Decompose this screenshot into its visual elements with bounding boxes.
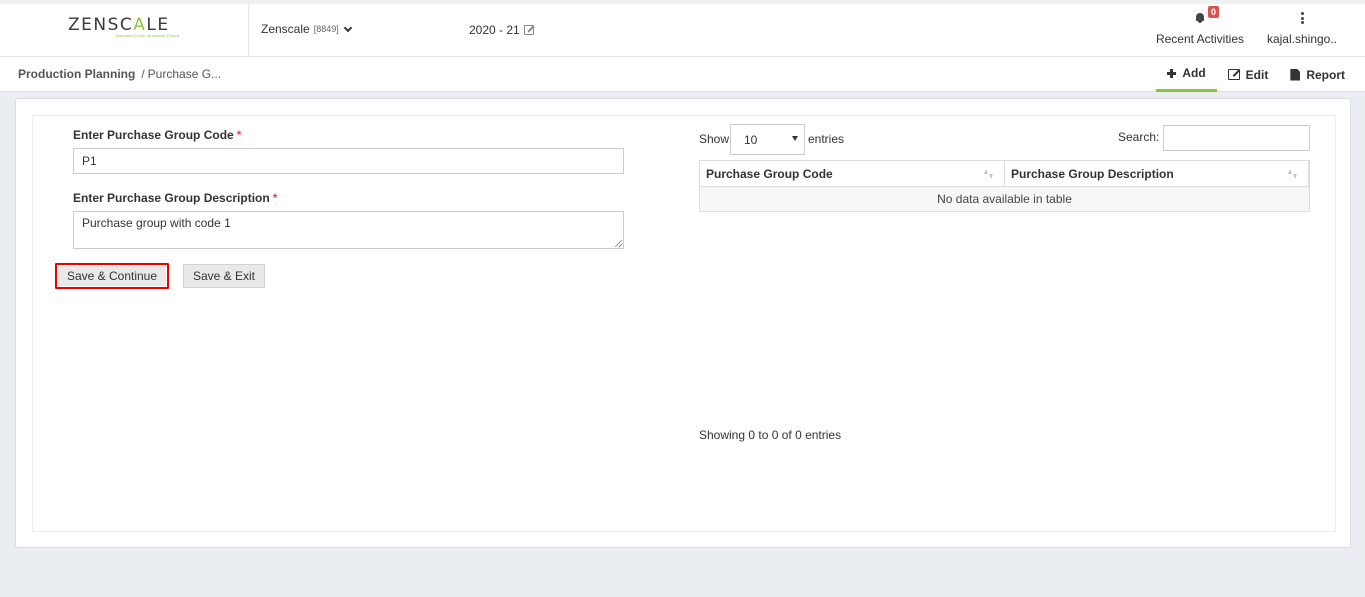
add-button[interactable]: Add: [1156, 57, 1217, 92]
table-info: Showing 0 to 0 of 0 entries: [699, 428, 842, 442]
show-label: Show: [699, 132, 730, 146]
required-marker: *: [272, 191, 278, 205]
company-name: Zenscale: [261, 22, 310, 36]
report-button[interactable]: Report: [1279, 57, 1365, 92]
required-marker: *: [236, 128, 242, 142]
search-input[interactable]: [1163, 125, 1310, 151]
empty-table-message: No data available in table: [700, 186, 1309, 211]
breadcrumb-module[interactable]: Production Planning: [18, 67, 135, 81]
kebab-menu-icon: [1300, 12, 1304, 24]
main-card: Enter Purchase Group Code * P1 Enter Purc…: [15, 98, 1351, 548]
purchase-group-description-textarea[interactable]: Purchase group with code 1: [73, 211, 624, 249]
purchase-group-table: Purchase Group Code Purchase Group Descr…: [699, 160, 1310, 212]
recent-activities-label: Recent Activities: [1155, 32, 1245, 46]
breadcrumb-page: Purchase G...: [147, 67, 222, 81]
page-actions: Add Edit Report: [1156, 57, 1365, 92]
sort-icon: [1288, 169, 1298, 179]
recent-activities-button[interactable]: 0 Recent Activities: [1150, 6, 1250, 46]
plus-icon: [1167, 68, 1177, 78]
company-code: [8849]: [313, 24, 339, 34]
dropdown-arrow-icon: [792, 136, 798, 141]
page-size-select[interactable]: 10: [730, 124, 805, 155]
sub-header: Production Planning / Purchase G... Add Ed…: [0, 57, 1365, 92]
username: kajal.shingo..: [1266, 32, 1338, 46]
column-header-description[interactable]: Purchase Group Description: [1005, 161, 1309, 186]
description-label: Enter Purchase Group Description *: [73, 191, 278, 205]
edit-year-icon[interactable]: [523, 25, 534, 35]
save-continue-button[interactable]: Save & Continue: [58, 266, 166, 286]
column-header-code[interactable]: Purchase Group Code: [700, 161, 1005, 186]
entries-label: entries: [808, 132, 845, 146]
bell-icon: [1194, 12, 1206, 24]
code-label: Enter Purchase Group Code *: [73, 128, 242, 142]
chevron-down-icon: [343, 23, 352, 32]
breadcrumb-separator: /: [141, 67, 145, 81]
notification-badge: 0: [1208, 6, 1220, 18]
save-exit-button[interactable]: Save & Exit: [183, 264, 265, 288]
logo-tagline: Business Ease. Business Peace.: [116, 33, 181, 38]
edit-icon: [1227, 69, 1240, 80]
sort-icon: [984, 169, 994, 179]
resize-handle-icon[interactable]: [614, 239, 622, 247]
edit-button[interactable]: Edit: [1217, 57, 1280, 92]
user-menu[interactable]: kajal.shingo..: [1252, 12, 1352, 46]
content-panel: Enter Purchase Group Code * P1 Enter Purc…: [32, 115, 1336, 532]
top-navbar: ZENSCALE Business Ease. Business Peace. …: [0, 0, 1365, 57]
logo-area: ZENSCALE Business Ease. Business Peace.: [0, 4, 249, 57]
file-icon: [1290, 68, 1301, 81]
purchase-group-code-input[interactable]: P1: [73, 148, 624, 174]
search-label: Search:: [1118, 130, 1160, 144]
company-selector[interactable]: Zenscale [8849]: [261, 22, 352, 36]
fiscal-year: 2020 - 21: [469, 23, 534, 37]
zenscale-logo[interactable]: ZENSCALE: [68, 15, 170, 35]
breadcrumb: Production Planning / Purchase G...: [18, 67, 221, 81]
fiscal-year-label: 2020 - 21: [469, 23, 520, 37]
